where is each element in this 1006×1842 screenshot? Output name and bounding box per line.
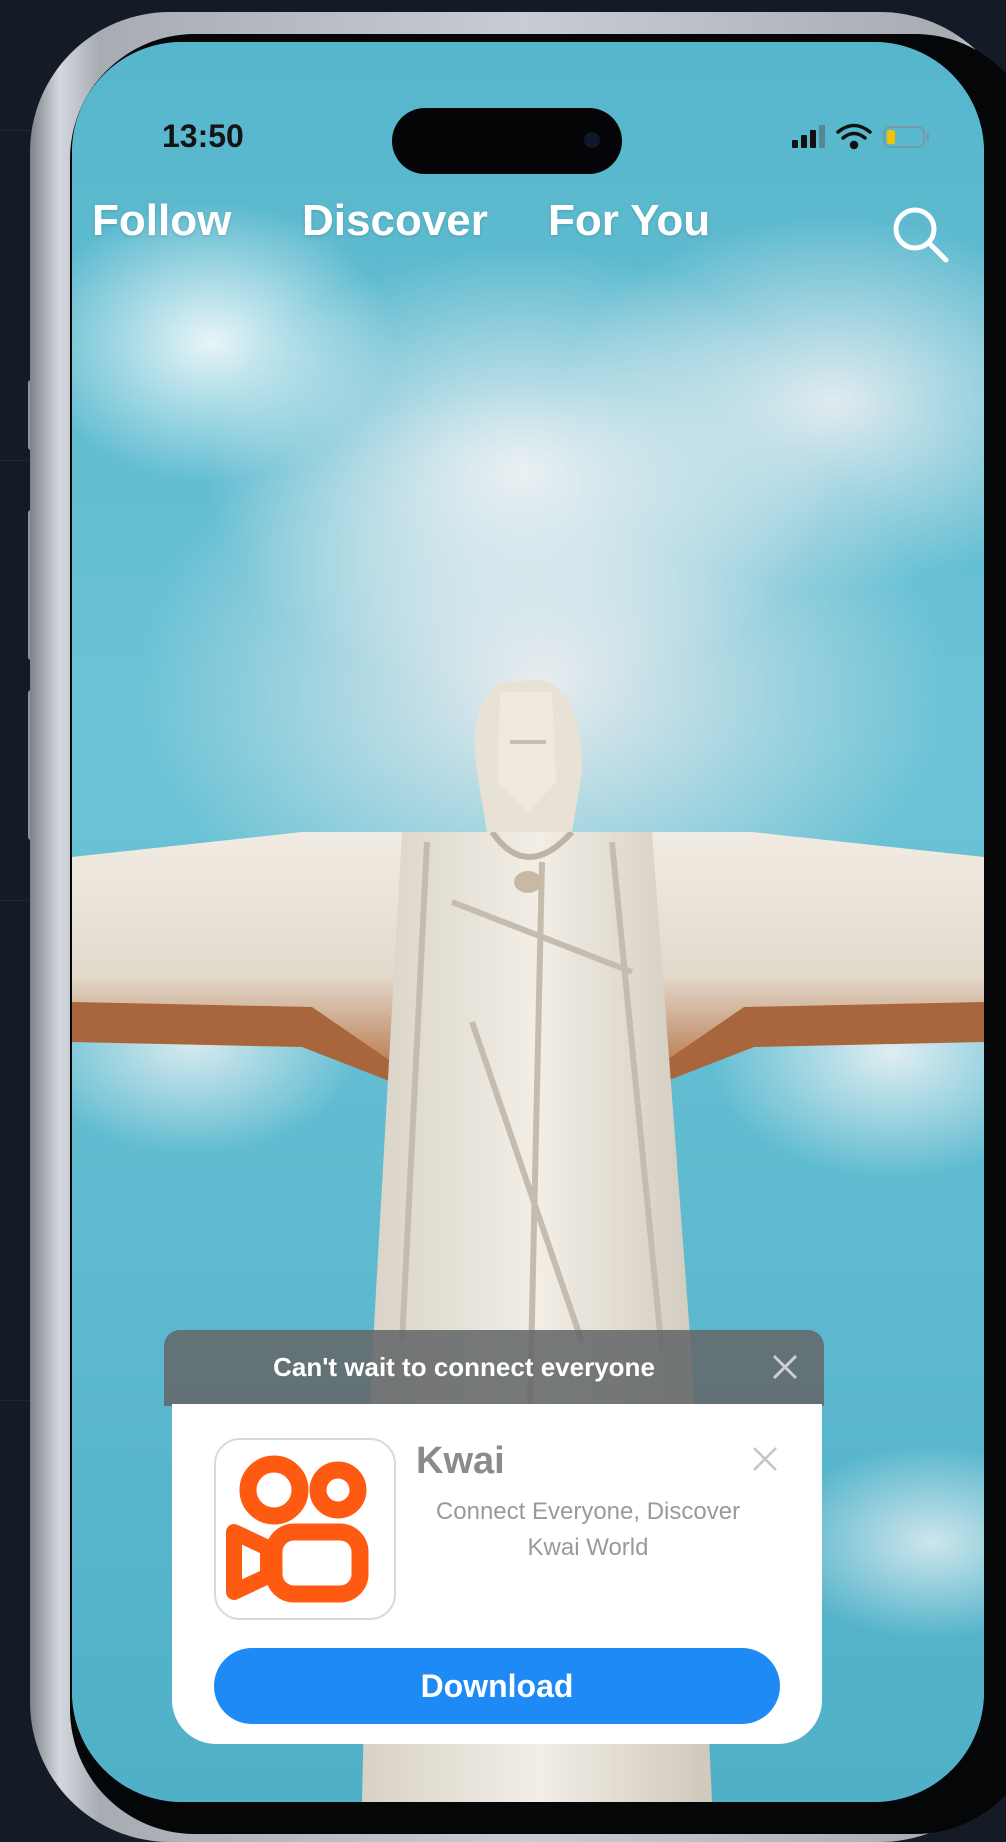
ad-banner-text: Can't wait to connect everyone: [273, 1352, 655, 1382]
download-button[interactable]: Download: [214, 1648, 780, 1724]
app-screen[interactable]: 13:50 Follow Discover For You Can't wait…: [72, 42, 984, 1802]
close-icon[interactable]: [768, 1350, 802, 1384]
battery-icon: [883, 126, 929, 148]
app-description: Connect Everyone, Discover Kwai World: [435, 1498, 741, 1561]
search-icon[interactable]: [888, 202, 952, 266]
app-install-card[interactable]: Kwai Connect Everyone, Discover Kwai Wor…: [172, 1404, 822, 1744]
wifi-icon: [836, 123, 872, 150]
app-name: Kwai: [416, 1440, 505, 1482]
tab-discover[interactable]: Discover: [302, 196, 488, 246]
close-icon[interactable]: [750, 1444, 780, 1474]
signal-icon: [792, 125, 825, 148]
camera-icon: [584, 132, 600, 148]
dynamic-island: [392, 108, 622, 174]
kwai-logo-icon[interactable]: [214, 1438, 396, 1620]
tab-follow[interactable]: Follow: [92, 196, 231, 246]
status-time: 13:50: [162, 118, 244, 154]
tab-for-you[interactable]: For You: [548, 196, 710, 246]
status-icons: [792, 123, 929, 150]
ad-banner[interactable]: Can't wait to connect everyone: [164, 1330, 824, 1406]
